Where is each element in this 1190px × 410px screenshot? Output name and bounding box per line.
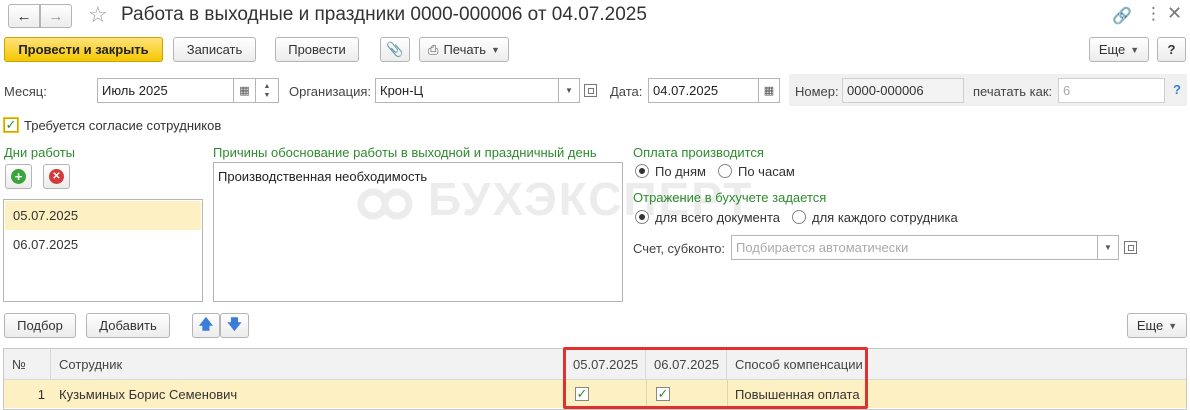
print-as-label: печатать как:	[973, 84, 1053, 99]
row-date-1-cell[interactable]: ✓	[565, 380, 646, 408]
arrow-up-icon: 🡅	[198, 315, 214, 332]
move-down-button[interactable]: 🡇	[220, 313, 249, 338]
date-calendar-button[interactable]: ▦	[759, 78, 780, 103]
employees-table: № Сотрудник 05.07.2025 06.07.2025 Способ…	[3, 348, 1187, 410]
reasons-textarea[interactable]: Производственная необходимость	[213, 162, 623, 302]
row-date-2-cell[interactable]: ✓	[646, 380, 727, 408]
accounting-document-radio[interactable]	[635, 210, 649, 224]
calendar-icon: ▦	[763, 85, 775, 97]
favorite-star-icon[interactable]: ☆	[88, 2, 108, 28]
organization-label: Организация:	[289, 84, 372, 99]
title-bar: ← → ☆ Работа в выходные и праздники 0000…	[0, 0, 1190, 32]
table-header: № Сотрудник 05.07.2025 06.07.2025 Способ…	[4, 349, 1186, 380]
printer-icon: ⎙	[428, 41, 439, 57]
number-label: Номер:	[795, 84, 839, 99]
arrow-left-icon: ←	[16, 7, 32, 25]
date-label: Дата:	[610, 84, 643, 99]
column-header-number[interactable]: №	[4, 349, 51, 380]
date-input[interactable]: 04.07.2025	[648, 78, 759, 103]
month-input[interactable]: Июль 2025	[97, 78, 234, 103]
arrow-right-icon: →	[48, 7, 64, 25]
organization-dropdown-button[interactable]: ▼	[559, 78, 580, 103]
row-date-1-checkbox[interactable]: ✓	[575, 387, 589, 401]
move-up-button[interactable]: 🡅	[192, 313, 220, 338]
column-header-compensation[interactable]: Способ компенсации	[727, 349, 867, 380]
calendar-icon: ▦	[239, 85, 250, 97]
link-icon[interactable]: 🔗	[1112, 6, 1132, 26]
accounting-employee-label: для каждого сотрудника	[812, 210, 958, 225]
delete-circle-icon: ✕	[49, 169, 64, 184]
attach-button[interactable]: 📎	[380, 37, 410, 62]
more-button[interactable]: Еще ▼	[1089, 37, 1149, 62]
table-more-button[interactable]: Еще ▼	[1127, 313, 1187, 338]
month-label: Месяц:	[4, 84, 47, 99]
list-item[interactable]: 05.07.2025	[5, 201, 201, 230]
consent-label: Требуется согласие сотрудников	[24, 118, 222, 133]
stepper-up-icon[interactable]: ▲	[264, 82, 271, 91]
print-as-help-link[interactable]: ?	[1173, 82, 1181, 97]
add-row-button[interactable]: Добавить	[86, 313, 170, 338]
account-dropdown-button[interactable]: ▼	[1098, 235, 1119, 260]
print-as-input[interactable]: 6	[1058, 78, 1165, 103]
list-item[interactable]: 06.07.2025	[5, 230, 201, 259]
delete-day-button[interactable]: ✕	[43, 164, 70, 189]
print-button[interactable]: ⎙ Печать ▼	[419, 37, 509, 62]
payment-title: Оплата производится	[633, 145, 764, 160]
pick-button[interactable]: Подбор	[4, 313, 76, 338]
caret-down-icon: ▼	[1168, 320, 1178, 331]
post-button[interactable]: Провести	[275, 37, 359, 62]
month-stepper[interactable]: ▲ ▼	[256, 78, 279, 103]
consent-checkbox[interactable]: ✓	[4, 118, 18, 132]
table-row[interactable]: 1 Кузьминых Борис Семенович ✓ ✓ Повышенн…	[4, 380, 1186, 408]
number-input[interactable]: 0000-000006	[842, 78, 964, 103]
column-header-date-2[interactable]: 06.07.2025	[646, 349, 727, 380]
accounting-employee-radio[interactable]	[792, 210, 806, 224]
post-and-close-button[interactable]: Провести и закрыть	[4, 37, 163, 62]
account-label: Счет, субконто:	[633, 241, 726, 256]
organization-input[interactable]: Крон-Ц	[375, 78, 559, 103]
days-list: 05.07.2025 06.07.2025	[3, 199, 203, 302]
payment-by-hours-radio[interactable]	[718, 164, 732, 178]
arrow-down-icon: 🡇	[227, 315, 242, 332]
checkmark-icon: ✓	[657, 386, 669, 401]
forward-button[interactable]: →	[40, 4, 72, 28]
caret-down-icon: ▼	[491, 44, 500, 55]
table-column-divider	[727, 380, 728, 408]
days-title: Дни работы	[4, 145, 76, 160]
stepper-down-icon[interactable]: ▼	[264, 91, 271, 100]
checkmark-icon: ✓	[576, 386, 588, 401]
plus-circle-icon: +	[11, 169, 26, 184]
caret-down-icon: ▼	[565, 86, 573, 95]
checkmark-icon: ✓	[5, 117, 17, 132]
account-input[interactable]: Подбирается автоматически	[731, 235, 1098, 260]
back-button[interactable]: ←	[8, 4, 40, 28]
row-number: 1	[37, 386, 45, 402]
row-compensation: Повышенная оплата	[735, 386, 860, 402]
column-header-date-1[interactable]: 05.07.2025	[565, 349, 646, 380]
row-date-2-checkbox[interactable]: ✓	[656, 387, 670, 401]
row-employee: Кузьминых Борис Семенович	[59, 386, 238, 402]
accounting-document-label: для всего документа	[655, 210, 780, 225]
menu-dots-icon[interactable]: ⋮	[1145, 4, 1162, 24]
save-button[interactable]: Записать	[173, 37, 256, 62]
reasons-title: Причины обоснование работы в выходной и …	[213, 145, 597, 160]
table-column-divider	[565, 380, 566, 408]
paperclip-icon: 📎	[386, 41, 404, 57]
caret-down-icon: ▼	[1104, 243, 1112, 252]
add-day-button[interactable]: +	[5, 164, 32, 189]
payment-by-days-label: По дням	[655, 164, 706, 179]
caret-down-icon: ▼	[1130, 44, 1140, 55]
account-open-icon[interactable]	[1124, 241, 1137, 254]
close-icon[interactable]: ✕	[1167, 3, 1182, 24]
organization-open-icon[interactable]	[584, 84, 597, 97]
help-button[interactable]: ?	[1157, 37, 1186, 62]
table-column-divider	[646, 380, 647, 408]
payment-by-days-radio[interactable]	[635, 164, 649, 178]
accounting-title: Отражение в бухучете задается	[633, 190, 827, 205]
payment-by-hours-label: По часам	[738, 164, 795, 179]
window-title: Работа в выходные и праздники 0000-00000…	[121, 4, 647, 25]
month-calendar-button[interactable]: ▦	[234, 78, 256, 103]
column-header-employee[interactable]: Сотрудник	[51, 349, 565, 380]
